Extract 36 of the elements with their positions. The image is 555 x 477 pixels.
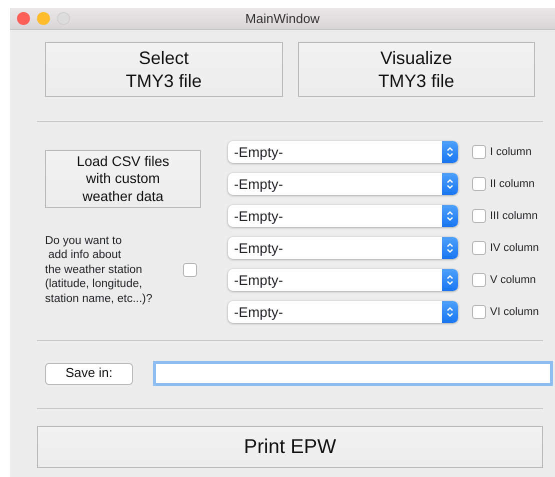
checkbox[interactable] — [472, 209, 486, 223]
checkbox-label: IV column — [490, 240, 539, 256]
dropdown[interactable]: -Empty- — [228, 205, 458, 227]
save-in-button[interactable]: Save in: — [45, 362, 133, 384]
checkbox[interactable] — [472, 145, 486, 159]
window-title: MainWindow — [245, 11, 320, 26]
checkbox-label: III column — [490, 208, 538, 224]
dropdown[interactable]: -Empty- — [228, 173, 458, 195]
chevron-icon — [446, 274, 454, 286]
print-epw-button[interactable]: Print EPW — [37, 426, 543, 468]
select-file-button[interactable]: Select TMY3 file — [45, 42, 282, 97]
dropdown[interactable]: -Empty- — [228, 269, 458, 291]
dropdown[interactable]: -Empty- — [228, 141, 458, 163]
path-field[interactable] — [153, 361, 553, 386]
chevron-icon — [446, 242, 454, 254]
checkbox[interactable] — [183, 263, 197, 277]
chevron-icon — [446, 306, 454, 318]
checkbox-label: VI column — [490, 304, 539, 320]
question-text: Do you want to add info about the weather station (latitude, longitude, station name, etc...)? — [45, 234, 154, 306]
checkbox-label: I column — [490, 144, 532, 160]
dropdown[interactable]: -Empty- — [228, 301, 458, 323]
chevron-icon — [446, 178, 454, 190]
chevron-icon — [446, 210, 454, 222]
checkbox[interactable] — [472, 241, 486, 255]
zoom-icon[interactable] — [57, 12, 70, 25]
checkbox-label: II column — [490, 176, 535, 192]
checkbox-label: V column — [490, 272, 536, 288]
minimize-icon[interactable] — [37, 12, 50, 25]
checkbox[interactable] — [472, 305, 486, 319]
visualize-button[interactable]: Visualize TMY3 file — [298, 42, 535, 97]
checkbox[interactable] — [472, 177, 486, 191]
checkbox[interactable] — [472, 273, 486, 287]
dropdown[interactable]: -Empty- — [228, 237, 458, 259]
close-icon[interactable] — [17, 12, 30, 25]
load-csv-button[interactable]: Load CSV files with custom weather data — [45, 150, 201, 208]
chevron-icon — [446, 146, 454, 158]
